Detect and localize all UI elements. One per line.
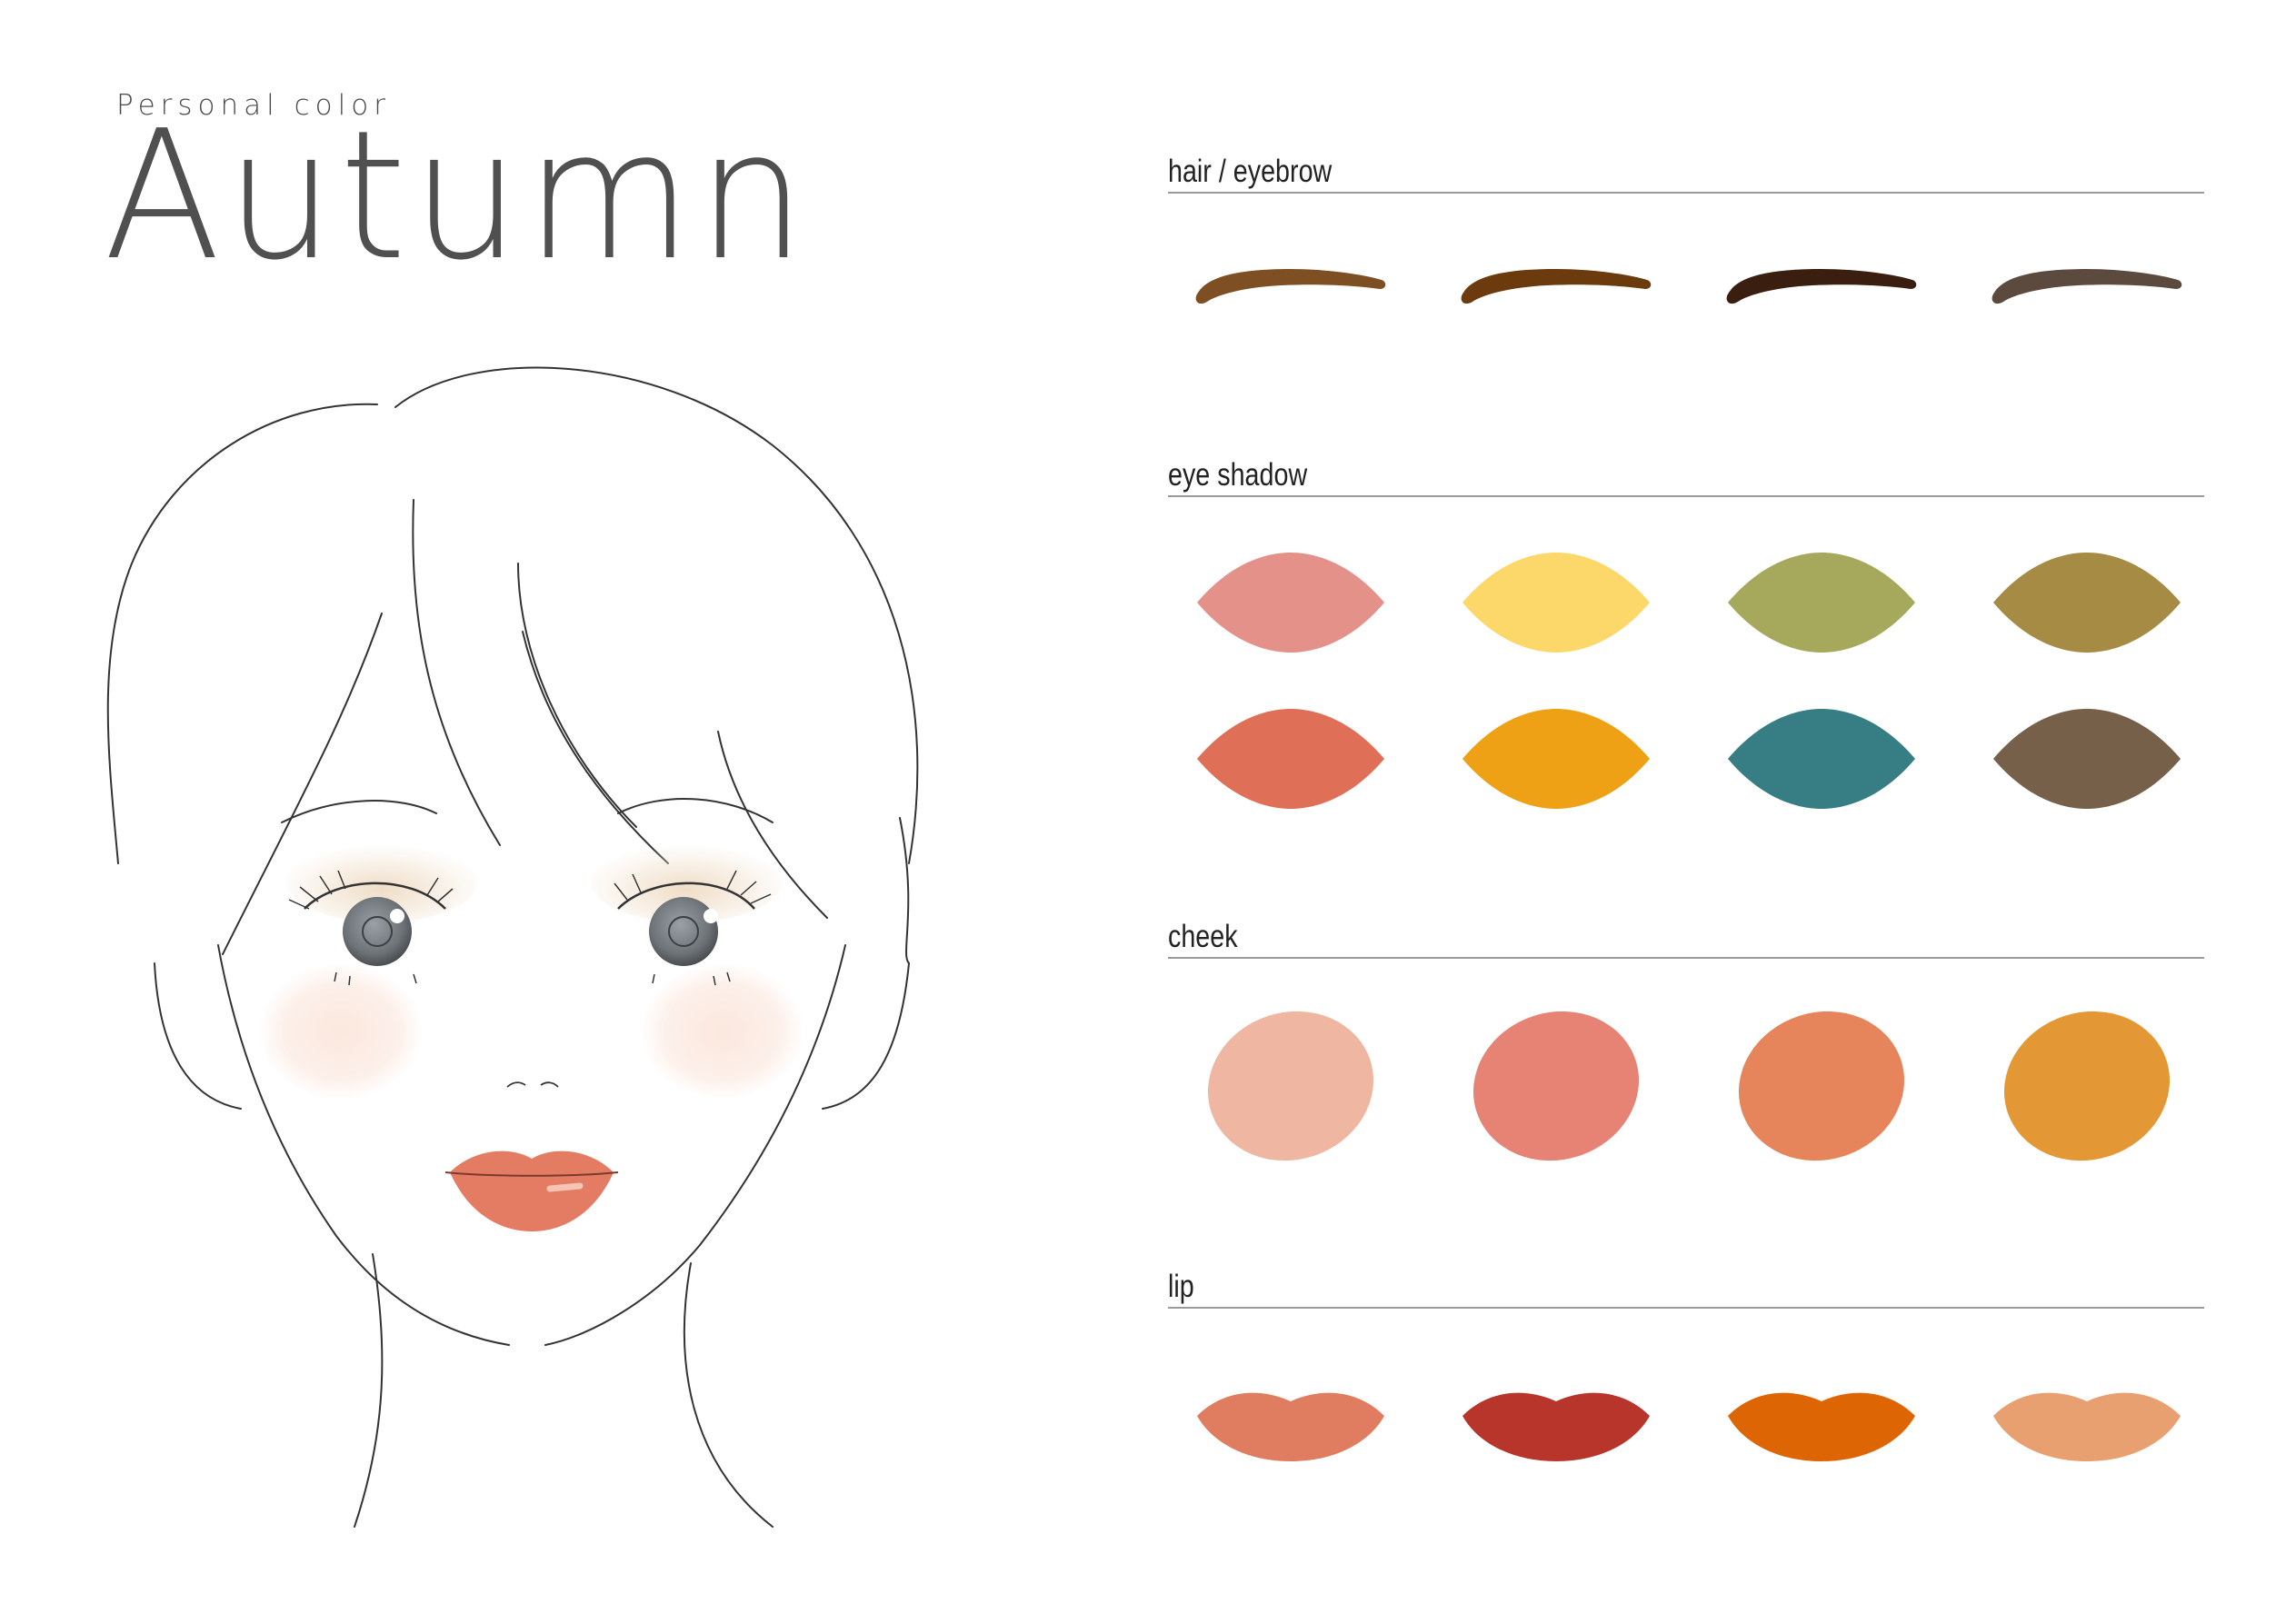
lip-swatch-3 bbox=[1728, 1392, 1915, 1461]
lip-swatch-2 bbox=[1462, 1392, 1650, 1461]
hair-eyebrow-swatch-4 bbox=[1992, 269, 2182, 304]
section-label: cheek bbox=[1168, 919, 1238, 954]
swatch-shape bbox=[1728, 709, 1915, 809]
section-divider bbox=[1168, 192, 2204, 194]
hair-outline bbox=[394, 366, 919, 864]
cheek-swatch-4 bbox=[2003, 1011, 2171, 1161]
hair-eyebrow-swatch-1 bbox=[1195, 269, 1386, 304]
eye-shadow-swatch-2 bbox=[1462, 553, 1650, 653]
section-divider bbox=[1168, 957, 2204, 959]
eye-shadow-swatch-1 bbox=[1197, 553, 1384, 653]
cheek-swatch-1 bbox=[1207, 1011, 1374, 1161]
section-label: lip bbox=[1168, 1269, 1194, 1304]
swatch-shape bbox=[1738, 1011, 1905, 1161]
swatch-shape bbox=[1726, 269, 1917, 304]
swatch-shape bbox=[1207, 1011, 1374, 1161]
illustration-lips bbox=[444, 1151, 619, 1231]
face-illustration bbox=[106, 366, 919, 1528]
hair-eyebrow-swatch-3 bbox=[1726, 269, 1917, 304]
cheek-swatch-2 bbox=[1472, 1011, 1640, 1161]
swatch-shape bbox=[1462, 1392, 1650, 1461]
page-title: Autumn bbox=[104, 93, 812, 300]
eye-shadow-section: eye shadow bbox=[1168, 447, 2204, 497]
swatch-shape bbox=[1728, 1392, 1915, 1461]
cheek-section: cheek bbox=[1168, 909, 2204, 959]
hair-eyebrow-section: hair / eyebrow bbox=[1168, 144, 2204, 194]
swatch-shape bbox=[1472, 1011, 1640, 1161]
swatch-shape bbox=[2003, 1011, 2171, 1161]
swatch-shape bbox=[1197, 1392, 1384, 1461]
section-label: hair / eyebrow bbox=[1168, 154, 1333, 189]
swatch-shape bbox=[1728, 553, 1915, 653]
swatch-shape bbox=[1462, 709, 1650, 809]
cheek-swatch-3 bbox=[1738, 1011, 1905, 1161]
swatch-shape bbox=[1197, 553, 1384, 653]
swatch-shape bbox=[1993, 553, 2181, 653]
cheek-right bbox=[641, 963, 804, 1100]
swatch-shape bbox=[1461, 269, 1652, 304]
lip-swatch-1 bbox=[1197, 1392, 1384, 1461]
eye-shadow-swatch-8 bbox=[1993, 709, 2181, 809]
swatch-shape bbox=[1197, 709, 1384, 809]
lip-swatch-4 bbox=[1993, 1392, 2181, 1461]
cheek-left bbox=[259, 963, 423, 1100]
swatch-shape bbox=[1992, 269, 2182, 304]
section-divider bbox=[1168, 495, 2204, 497]
hair-outline bbox=[106, 403, 378, 864]
eye-shadow-swatch-3 bbox=[1728, 553, 1915, 653]
swatch-shape bbox=[1993, 1392, 2181, 1461]
section-label: eye shadow bbox=[1168, 457, 1308, 493]
eye-shadow-swatch-6 bbox=[1462, 709, 1650, 809]
section-divider bbox=[1168, 1307, 2204, 1309]
eye-shadow-swatch-7 bbox=[1728, 709, 1915, 809]
eye-shadow-swatch-4 bbox=[1993, 553, 2181, 653]
lip-section: lip bbox=[1168, 1259, 2204, 1309]
swatch-shape bbox=[1462, 553, 1650, 653]
eye-shadow-swatch-5 bbox=[1197, 709, 1384, 809]
swatch-shape bbox=[1195, 269, 1386, 304]
swatch-shape bbox=[1993, 709, 2181, 809]
hair-eyebrow-swatch-2 bbox=[1461, 269, 1652, 304]
